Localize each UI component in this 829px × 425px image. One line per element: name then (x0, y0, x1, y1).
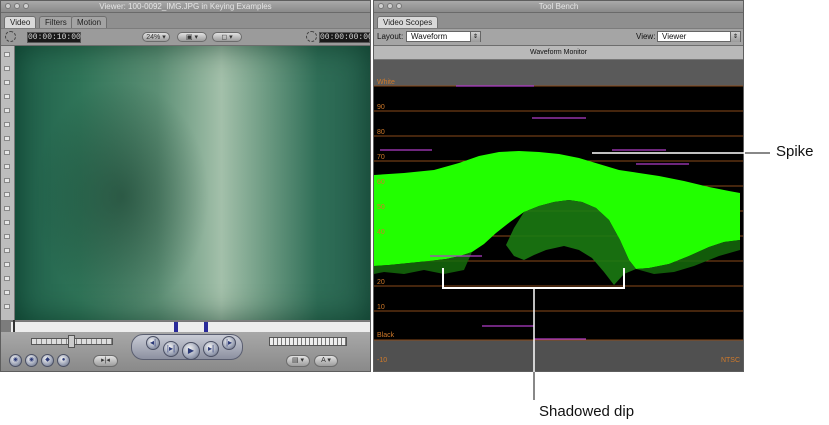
spike-annotation: Spike (776, 143, 814, 160)
callout-lines (442, 152, 770, 400)
shadowed-dip-annotation: Shadowed dip (539, 403, 635, 420)
dip-bracket (442, 268, 625, 289)
